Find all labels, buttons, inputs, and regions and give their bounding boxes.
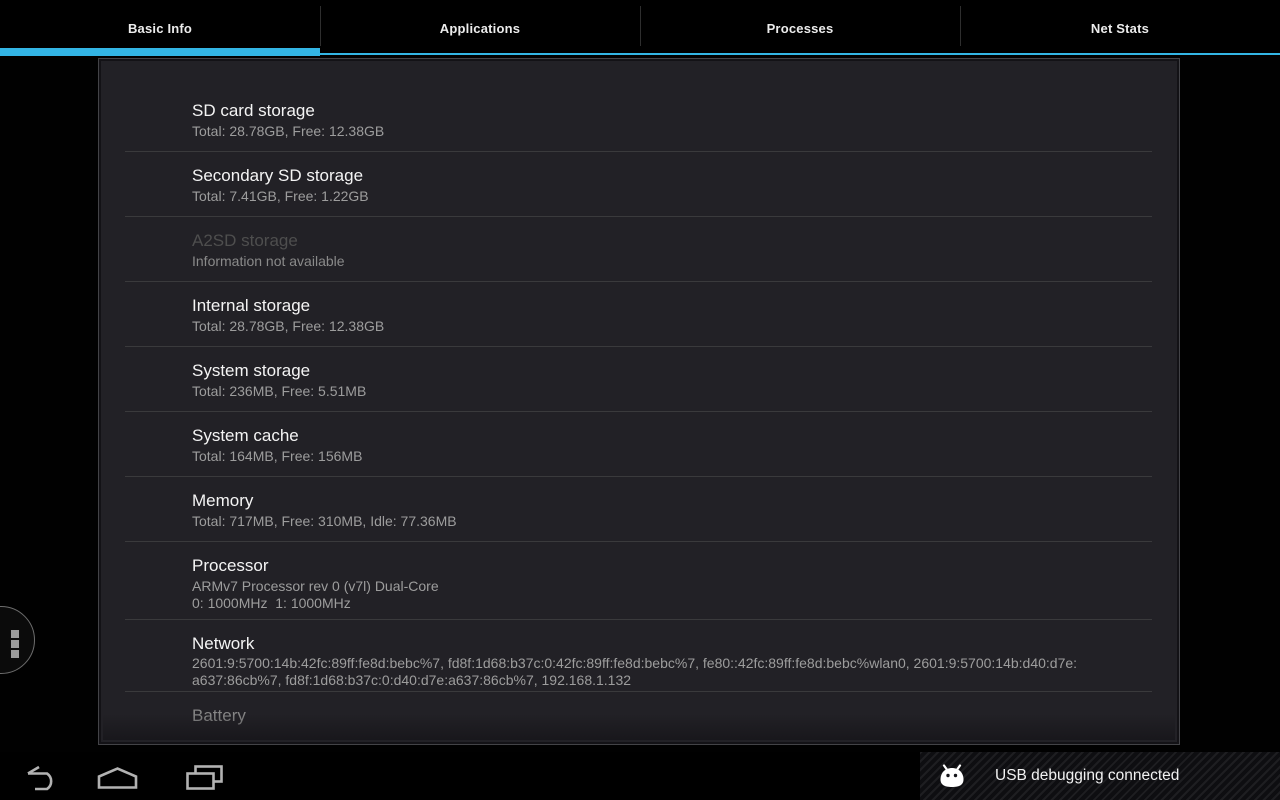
- item-subtitle: Total: 717MB, Free: 310MB, Idle: 77.36MB: [192, 512, 1117, 530]
- list-item-memory[interactable]: Memory Total: 717MB, Free: 310MB, Idle: …: [101, 477, 1177, 541]
- item-title: Internal storage: [192, 295, 1117, 316]
- item-subtitle: Total: 28.78GB, Free: 12.38GB: [192, 317, 1117, 335]
- item-title: Secondary SD storage: [192, 165, 1117, 186]
- item-title: System storage: [192, 360, 1117, 381]
- tab-label: Basic Info: [128, 21, 192, 36]
- system-navigation-bar: USB debugging connected: [0, 752, 1280, 800]
- system-info-list: SD card storage Total: 28.78GB, Free: 12…: [101, 61, 1177, 737]
- basic-info-panel: SD card storage Total: 28.78GB, Free: 12…: [99, 59, 1179, 744]
- tab-label: Net Stats: [1091, 21, 1149, 36]
- item-title: SD card storage: [192, 100, 1117, 121]
- list-item-network[interactable]: Network 2601:9:5700:14b:42fc:89ff:fe8d:b…: [101, 620, 1177, 691]
- item-title: Memory: [192, 490, 1117, 511]
- recents-icon[interactable]: [186, 765, 223, 790]
- tab-label: Processes: [767, 21, 834, 36]
- screen: Basic Info Applications Processes Net St…: [0, 0, 1280, 800]
- item-subtitle: Information not available: [192, 252, 1117, 270]
- item-title: A2SD storage: [192, 230, 1117, 251]
- list-item-processor[interactable]: Processor ARMv7 Processor rev 0 (v7l) Du…: [101, 542, 1177, 619]
- item-title: Processor: [192, 555, 1117, 576]
- tab-basic-info[interactable]: Basic Info: [0, 0, 320, 57]
- item-title: Network: [192, 633, 1137, 654]
- grip-dots-icon: [11, 630, 19, 660]
- tab-applications[interactable]: Applications: [320, 0, 640, 57]
- tab-processes[interactable]: Processes: [640, 0, 960, 57]
- item-subtitle-line2: 0: 1000MHz 1: 1000MHz: [192, 595, 1117, 612]
- usb-debugging-notification[interactable]: USB debugging connected: [920, 752, 1280, 800]
- item-title: Battery: [192, 705, 1117, 726]
- item-subtitle: Total: 164MB, Free: 156MB: [192, 447, 1117, 465]
- tab-label: Applications: [440, 21, 520, 36]
- list-item-sd-card-storage[interactable]: SD card storage Total: 28.78GB, Free: 12…: [101, 87, 1177, 151]
- item-subtitle: Total: 28.78GB, Free: 12.38GB: [192, 122, 1117, 140]
- item-subtitle: Total: 7.41GB, Free: 1.22GB: [192, 187, 1117, 205]
- item-subtitle: Total: 236MB, Free: 5.51MB: [192, 382, 1117, 400]
- list-item-system-cache[interactable]: System cache Total: 164MB, Free: 156MB: [101, 412, 1177, 476]
- list-item-battery[interactable]: Battery: [101, 692, 1177, 737]
- list-item-secondary-sd-storage[interactable]: Secondary SD storage Total: 7.41GB, Free…: [101, 152, 1177, 216]
- notification-text: USB debugging connected: [995, 767, 1179, 785]
- tab-bar: Basic Info Applications Processes Net St…: [0, 0, 1280, 57]
- list-item-a2sd-storage: A2SD storage Information not available: [101, 217, 1177, 281]
- list-item-system-storage[interactable]: System storage Total: 236MB, Free: 5.51M…: [101, 347, 1177, 411]
- item-title: System cache: [192, 425, 1117, 446]
- item-subtitle: 2601:9:5700:14b:42fc:89ff:fe8d:bebc%7, f…: [192, 655, 1082, 688]
- back-icon[interactable]: [23, 764, 63, 791]
- side-menu-handle[interactable]: [0, 606, 35, 674]
- home-icon[interactable]: [97, 767, 138, 789]
- android-icon: [937, 764, 967, 789]
- item-subtitle: ARMv7 Processor rev 0 (v7l) Dual-Core: [192, 578, 1117, 595]
- tab-net-stats[interactable]: Net Stats: [960, 0, 1280, 57]
- list-item-internal-storage[interactable]: Internal storage Total: 28.78GB, Free: 1…: [101, 282, 1177, 346]
